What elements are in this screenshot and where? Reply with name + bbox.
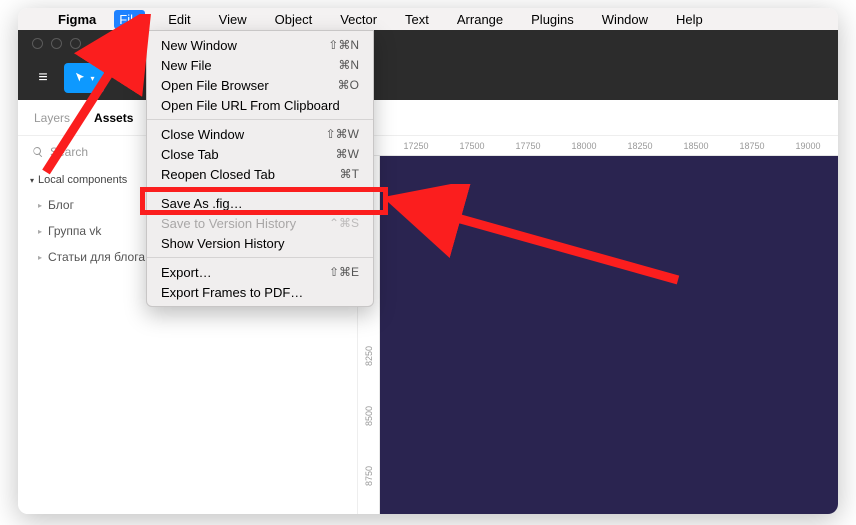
menu-item[interactable]: Reopen Closed Tab ⌘T [147, 164, 373, 184]
ruler-tick: 18000 [556, 141, 612, 151]
menu-item[interactable]: Export Frames to PDF… [147, 282, 373, 302]
move-tool-button[interactable]: ▾ [64, 63, 104, 93]
panel-tabs: Layers Assets [18, 100, 838, 136]
file-menu-dropdown: New Window ⇧⌘N New File ⌘N Open File Browser… [146, 30, 374, 307]
ruler-tick: 8250 [364, 346, 374, 366]
sidebar-item-label: Статьи для блога [48, 250, 145, 264]
menu-item-label: Close Window [161, 127, 244, 142]
traffic-light-zoom[interactable] [70, 38, 81, 49]
menu-item[interactable]: Save As .fig… [147, 193, 373, 213]
menubar-item-help[interactable]: Help [671, 10, 708, 29]
menu-item-shortcut: ⌘W [336, 147, 359, 161]
menu-item-shortcut: ⇧⌘N [328, 38, 359, 52]
tab-grid-icon[interactable] [129, 34, 147, 52]
menubar-item-vector[interactable]: Vector [335, 10, 382, 29]
menu-item-label: Close Tab [161, 147, 219, 162]
ruler-tick: 18250 [612, 141, 668, 151]
menubar-item-window[interactable]: Window [597, 10, 653, 29]
caret-right-icon: ▸ [38, 253, 42, 262]
menu-item-shortcut: ⇧⌘W [326, 127, 359, 141]
ruler-top: 17250 17500 17750 18000 18250 18500 1875… [358, 136, 838, 156]
menubar-item-file[interactable]: File [114, 10, 145, 29]
menu-item-label: Open File URL From Clipboard [161, 98, 340, 113]
menu-item[interactable]: New File ⌘N [147, 55, 373, 75]
tab-assets[interactable]: Assets [94, 111, 133, 125]
app-name: Figma [58, 12, 96, 27]
traffic-light-minimize[interactable] [51, 38, 62, 49]
ruler-tick: 19000 [780, 141, 836, 151]
menu-item-label: Export Frames to PDF… [161, 285, 303, 300]
ruler-tick: 17750 [500, 141, 556, 151]
menu-item-label: Save As .fig… [161, 196, 243, 211]
sidebar-item-label: Группа vk [48, 224, 101, 238]
menu-item-shortcut: ⇧⌘E [329, 265, 359, 279]
figma-toolbar: ≡ ▾ # [18, 56, 838, 100]
menu-item-label: Show Version History [161, 236, 285, 251]
menubar-item-object[interactable]: Object [270, 10, 318, 29]
chevron-down-icon: ▾ [90, 74, 94, 83]
menu-item-label: Save to Version History [161, 216, 296, 231]
menu-item[interactable]: Export… ⇧⌘E [147, 262, 373, 282]
menu-item: Save to Version History ⌃⌘S [147, 213, 373, 233]
menu-item-label: New Window [161, 38, 237, 53]
menu-item[interactable]: Show Version History [147, 233, 373, 253]
menu-item-label: New File [161, 58, 212, 73]
caret-right-icon: ▸ [38, 227, 42, 236]
menubar-item-arrange[interactable]: Arrange [452, 10, 508, 29]
menu-item-shortcut: ⌘T [340, 167, 359, 181]
mac-menubar: Figma File Edit View Object Vector Text … [18, 8, 838, 30]
canvas[interactable] [380, 156, 838, 514]
window-titlebar [18, 30, 838, 56]
ruler-tick: 18500 [668, 141, 724, 151]
ruler-tick: 17500 [444, 141, 500, 151]
search-label: Search [50, 145, 88, 159]
traffic-light-close[interactable] [32, 38, 43, 49]
menu-item-label: Export… [161, 265, 212, 280]
ruler-tick: 8500 [364, 406, 374, 426]
ruler-tick: 8750 [364, 466, 374, 486]
ruler-tick: 18750 [724, 141, 780, 151]
menu-item[interactable]: Close Window ⇧⌘W [147, 124, 373, 144]
menu-item-label: Open File Browser [161, 78, 269, 93]
sidebar-item-label: Блог [48, 198, 74, 212]
menubar-item-view[interactable]: View [214, 10, 252, 29]
ruler-tick: 17250 [388, 141, 444, 151]
caret-down-icon: ▾ [30, 176, 34, 185]
tab-layers[interactable]: Layers [34, 111, 70, 125]
menu-item[interactable]: Open File URL From Clipboard [147, 95, 373, 115]
search-icon [32, 146, 44, 158]
menu-item-shortcut: ⌘N [338, 58, 359, 72]
menubar-item-plugins[interactable]: Plugins [526, 10, 579, 29]
caret-right-icon: ▸ [38, 201, 42, 210]
frame-tool-button[interactable]: # [110, 63, 140, 93]
menubar-item-edit[interactable]: Edit [163, 10, 195, 29]
main-menu-button[interactable]: ≡ [28, 63, 58, 93]
menubar-item-text[interactable]: Text [400, 10, 434, 29]
menu-item[interactable]: Close Tab ⌘W [147, 144, 373, 164]
section-label: Local components [38, 174, 127, 186]
menu-item[interactable]: New Window ⇧⌘N [147, 35, 373, 55]
menu-item[interactable]: Open File Browser ⌘O [147, 75, 373, 95]
menu-item-shortcut: ⌃⌘S [329, 216, 359, 230]
menu-item-label: Reopen Closed Tab [161, 167, 275, 182]
canvas-area[interactable]: 17250 17500 17750 18000 18250 18500 1875… [358, 136, 838, 514]
menu-item-shortcut: ⌘O [338, 78, 359, 92]
